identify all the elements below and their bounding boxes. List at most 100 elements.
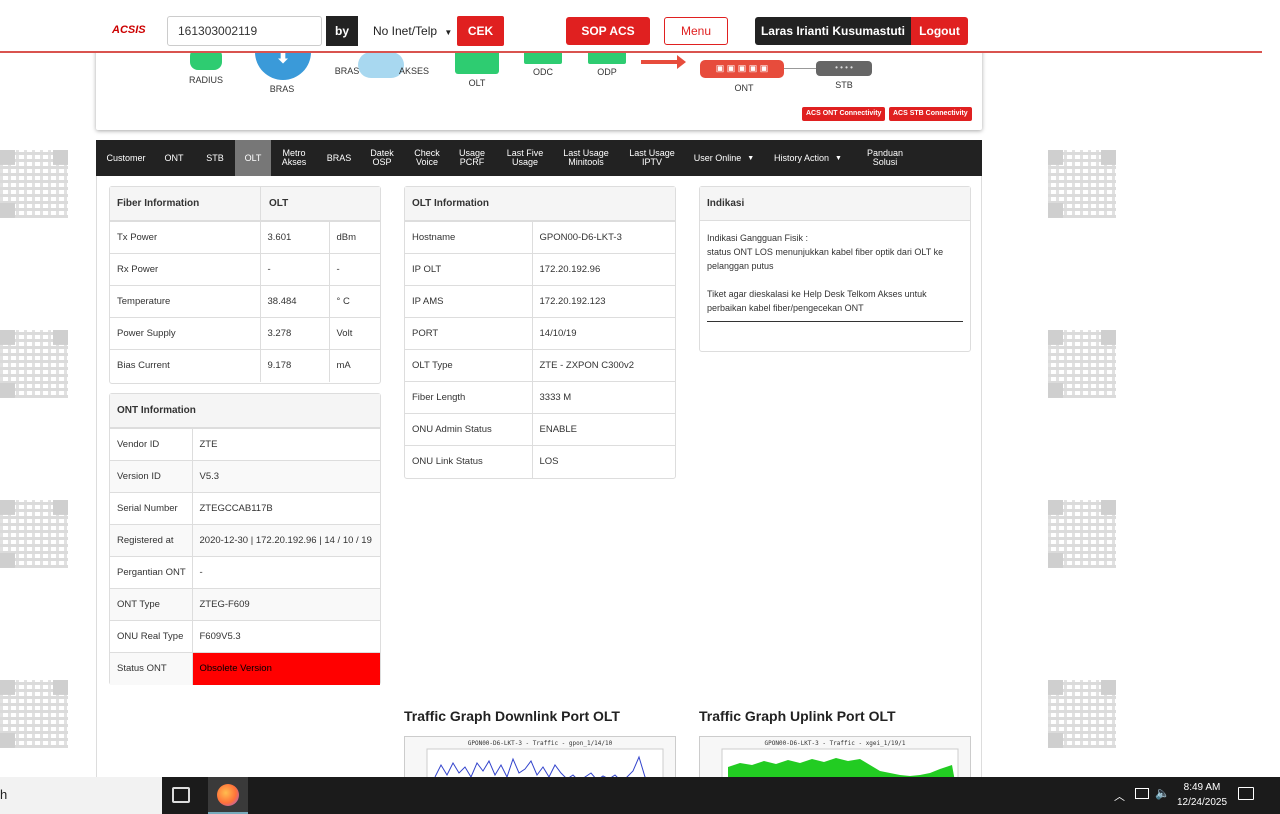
menu-button[interactable]: Menu: [664, 17, 728, 45]
task-view-icon[interactable]: [172, 787, 190, 803]
ont-information-panel: ONT Information Vendor ID ZTE Version ID V5…: [109, 393, 381, 685]
olt-row-label: IP AMS: [405, 285, 533, 318]
tab-metro-akses[interactable]: Metro Akses: [276, 140, 312, 176]
table-row: Status ONT Obsolete Version: [110, 652, 380, 685]
tab-last-five-usage[interactable]: Last Five Usage: [500, 140, 550, 176]
table-row: OLT Type ZTE - ZXPON C300v2: [405, 349, 675, 382]
olt-panel-header: OLT Information: [405, 187, 675, 221]
top-navbar: ACSIS 161303002119 by No Inet/Telp ▼ CEK…: [0, 0, 1262, 53]
fiber-panel-title: Fiber Information: [117, 198, 200, 209]
ont-status-badge: Obsolete Version: [192, 652, 380, 685]
fiber-row-label: Tx Power: [110, 221, 261, 254]
tab-user-online[interactable]: User Online ▼: [688, 140, 760, 176]
table-row: Tx Power 3.601 dBm: [110, 221, 380, 254]
fiber-olt-column-title: OLT: [260, 186, 288, 221]
olt-row-label: Fiber Length: [405, 381, 533, 414]
table-row: ONU Real Type F609V5.3: [110, 620, 380, 653]
app-logo[interactable]: ACSIS: [112, 24, 146, 36]
network-icon[interactable]: [1135, 788, 1149, 799]
sop-acs-button[interactable]: SOP ACS: [566, 17, 650, 45]
tab-ont[interactable]: ONT: [154, 140, 194, 176]
olt-row-value: 3333 M: [532, 381, 675, 414]
indikasi-line-2: status ONT LOS menunjukkan kabel fiber o…: [707, 247, 944, 271]
fiber-row-label: Bias Current: [110, 349, 261, 382]
downlink-traffic-graph: GPON00-D6-LKT-3 - Traffic - gpon_1/14/10: [404, 736, 676, 777]
ont-row-value: ZTE: [192, 428, 380, 461]
tab-history-action[interactable]: History Action ▼: [768, 140, 848, 176]
ont-row-label: Version ID: [110, 460, 193, 493]
table-row: Temperature 38.484 ° C: [110, 285, 380, 318]
tab-check-voice[interactable]: Check Voice: [408, 140, 446, 176]
olt-row-label: PORT: [405, 317, 533, 350]
ont-device-icon: ▣ ▣ ▣ ▣ ▣: [700, 60, 784, 78]
tab-bras[interactable]: BRAS: [319, 140, 359, 176]
chevron-up-icon[interactable]: ︿: [1114, 788, 1125, 804]
tab-last-usage-iptv[interactable]: Last Usage IPTV: [623, 140, 681, 176]
acs-stb-connectivity-button[interactable]: ACS STB Connectivity: [889, 107, 972, 121]
customer-number-input[interactable]: 161303002119: [167, 16, 322, 46]
table-row: ONU Link Status LOS: [405, 445, 675, 478]
ont-panel-title: ONT Information: [117, 405, 196, 416]
volume-icon[interactable]: 🔈: [1155, 786, 1170, 800]
indikasi-panel-title: Indikasi: [707, 198, 745, 209]
taskbar-clock[interactable]: 8:49 AM 12/24/2025: [1170, 780, 1234, 810]
fiber-row-value: 3.601: [260, 221, 330, 254]
tab-olt[interactable]: OLT: [235, 140, 271, 176]
fiber-row-value: 3.278: [260, 317, 330, 350]
watermark-qr: [1048, 150, 1116, 218]
table-row: ONT Type ZTEG-F609: [110, 588, 380, 621]
browser-page: RADIUS ⬇ BRAS BRAS AKSES OLT ODC ODP ▣ ▣…: [0, 0, 1262, 777]
tab-customer[interactable]: Customer: [100, 140, 152, 176]
diagram-label-odc: ODC: [533, 67, 553, 77]
watermark-qr: [0, 500, 68, 568]
logout-button[interactable]: Logout: [911, 17, 968, 45]
taskbar-search-input[interactable]: h: [0, 777, 162, 814]
olt-panel-title: OLT Information: [412, 198, 490, 209]
indikasi-panel: Indikasi Indikasi Gangguan Fisik : statu…: [699, 186, 971, 352]
diagram-label-radius: RADIUS: [188, 75, 223, 85]
diagram-label-stb: STB: [835, 80, 853, 90]
diagram-label-odp: ODP: [597, 67, 617, 77]
table-row: Rx Power - -: [110, 253, 380, 286]
arrow-head-icon: [677, 55, 686, 69]
diagram-label-ont: ONT: [734, 83, 754, 93]
indikasi-line-1: Indikasi Gangguan Fisik :: [707, 233, 809, 243]
table-row: Vendor ID ZTE: [110, 428, 380, 461]
os-taskbar: h ︿ 🔈 8:49 AM 12/24/2025: [0, 777, 1280, 814]
indikasi-divider: [707, 321, 963, 322]
ont-row-value: ZTEGCCAB117B: [192, 492, 380, 525]
tab-last-usage-minitools[interactable]: Last Usage Minitools: [560, 140, 612, 176]
tab-usage-pcrf[interactable]: Usage PCRF: [452, 140, 492, 176]
table-row: Registered at 2020-12-30 | 172.20.192.96 …: [110, 524, 380, 557]
olt-row-value: LOS: [532, 445, 675, 478]
ont-row-label: Status ONT: [110, 652, 193, 685]
olt-row-label: OLT Type: [405, 349, 533, 382]
olt-row-value: ENABLE: [532, 413, 675, 446]
ont-panel-header: ONT Information: [110, 394, 380, 428]
tab-datek-osp[interactable]: Datek OSP: [364, 140, 400, 176]
cek-button[interactable]: CEK: [457, 16, 504, 46]
diagram-label-bras: BRAS: [269, 84, 295, 94]
table-row: Power Supply 3.278 Volt: [110, 317, 380, 350]
olt-row-label: IP OLT: [405, 253, 533, 286]
ont-row-value: 2020-12-30 | 172.20.192.96 | 14 / 10 / 1…: [192, 524, 380, 557]
ont-row-label: Vendor ID: [110, 428, 193, 461]
tab-stb[interactable]: STB: [196, 140, 234, 176]
fiber-row-unit: mA: [329, 349, 380, 382]
downlink-graph-title: Traffic Graph Downlink Port OLT: [404, 708, 620, 724]
fiber-panel-header: Fiber Information OLT: [110, 186, 380, 221]
notification-icon[interactable]: [1238, 787, 1254, 800]
caret-down-icon: ▼: [835, 154, 842, 162]
acs-ont-connectivity-button[interactable]: ACS ONT Connectivity: [802, 107, 886, 121]
taskbar-search-text: h: [0, 787, 8, 802]
user-name-label[interactable]: Laras Irianti Kusumastuti: [755, 17, 911, 45]
firefox-icon[interactable]: [208, 777, 248, 814]
ont-row-label: Pergantian ONT: [110, 556, 193, 589]
tab-panduan-solusi[interactable]: Panduan Solusi: [856, 140, 914, 176]
diagram-label-akses: AKSES: [398, 66, 429, 76]
ont-row-value: V5.3: [192, 460, 380, 493]
search-type-select[interactable]: No Inet/Telp ▼: [360, 16, 456, 46]
olt-row-value: 172.20.192.123: [532, 285, 675, 318]
downlink-traffic-plot: [426, 748, 664, 777]
ont-row-label: Serial Number: [110, 492, 193, 525]
